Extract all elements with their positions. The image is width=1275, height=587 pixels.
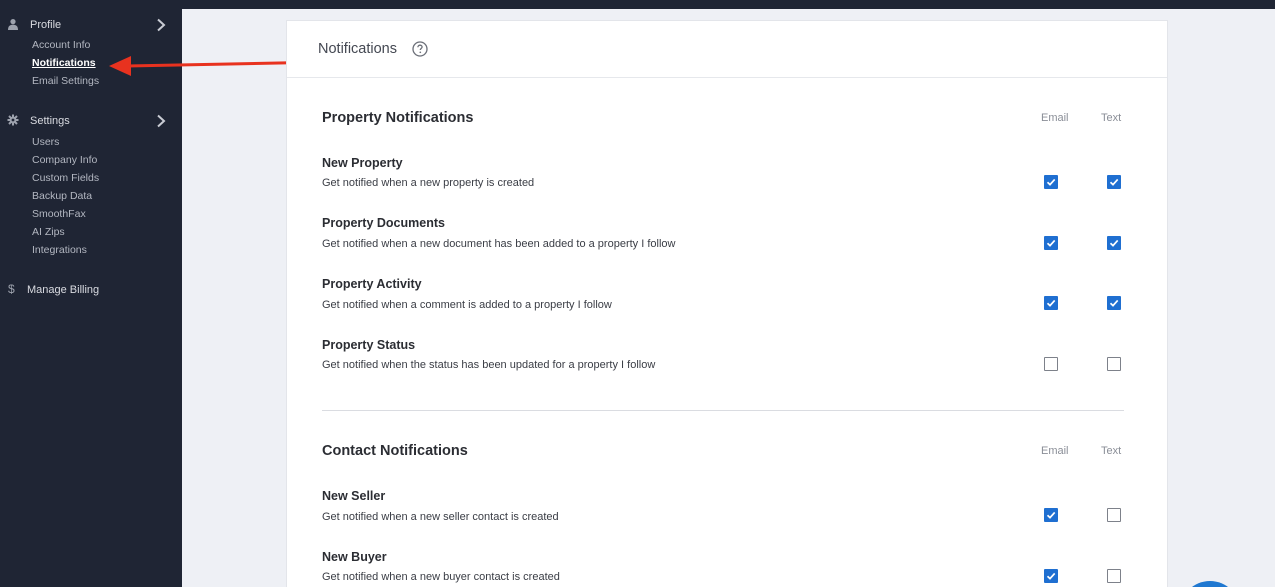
- email-checkbox[interactable]: [1044, 357, 1058, 371]
- text-checkbox[interactable]: [1107, 508, 1121, 522]
- notification-description: Get notified when a comment is added to …: [322, 299, 612, 311]
- notification-title: New Buyer: [322, 550, 387, 564]
- notification-title: Property Activity: [322, 277, 422, 291]
- sidebar-group-label: Profile: [30, 19, 62, 31]
- column-header-text: Text: [1101, 445, 1122, 457]
- sidebar-group-settings[interactable]: Settings: [0, 111, 182, 131]
- column-header-email: Email: [1041, 112, 1069, 124]
- checkmark-icon: [1046, 178, 1056, 186]
- sidebar-item-company-info[interactable]: Company Info: [32, 154, 97, 166]
- notification-description: Get notified when a new buyer contact is…: [322, 571, 560, 583]
- column-header-email: Email: [1041, 445, 1069, 457]
- text-checkbox[interactable]: [1107, 569, 1121, 583]
- checkmark-icon: [1109, 178, 1119, 186]
- sidebar-item-manage-billing[interactable]: $ Manage Billing: [0, 280, 182, 300]
- chat-launcher-button[interactable]: [1180, 581, 1240, 587]
- checkmark-icon: [1046, 299, 1056, 307]
- email-checkbox[interactable]: [1044, 296, 1058, 310]
- user-icon: [8, 19, 18, 30]
- checkmark-icon: [1109, 299, 1119, 307]
- checkmark-icon: [1109, 239, 1119, 247]
- sidebar-item-email-settings[interactable]: Email Settings: [32, 75, 99, 87]
- sidebar-item-integrations[interactable]: Integrations: [32, 244, 87, 256]
- section-divider: [322, 410, 1124, 411]
- chevron-right-icon: [157, 18, 166, 32]
- sidebar-item-account-info[interactable]: Account Info: [32, 39, 90, 51]
- dollar-icon: $: [8, 282, 15, 296]
- email-checkbox[interactable]: [1044, 236, 1058, 250]
- sidebar-item-custom-fields[interactable]: Custom Fields: [32, 172, 99, 184]
- email-checkbox[interactable]: [1044, 175, 1058, 189]
- checkmark-icon: [1046, 239, 1056, 247]
- text-checkbox[interactable]: [1107, 296, 1121, 310]
- sidebar-item-ai-zips[interactable]: AI Zips: [32, 226, 65, 238]
- notification-description: Get notified when a new document has bee…: [322, 238, 676, 250]
- sidebar-item-backup-data[interactable]: Backup Data: [32, 190, 92, 202]
- gear-icon: [7, 114, 19, 126]
- text-checkbox[interactable]: [1107, 357, 1121, 371]
- checkmark-icon: [1046, 572, 1056, 580]
- chevron-right-icon: [157, 114, 166, 128]
- notification-description: Get notified when a new seller contact i…: [322, 511, 559, 523]
- notification-title: Property Documents: [322, 216, 445, 230]
- column-header-text: Text: [1101, 112, 1122, 124]
- section-title-contact: Contact Notifications: [322, 443, 468, 459]
- sidebar: Profile Account Info Notifications Email…: [0, 0, 182, 587]
- text-checkbox[interactable]: [1107, 175, 1121, 189]
- notifications-panel: Notifications Property Notifications Ema…: [286, 20, 1168, 587]
- page-title: Notifications: [318, 41, 397, 57]
- email-checkbox[interactable]: [1044, 508, 1058, 522]
- notification-title: Property Status: [322, 338, 416, 352]
- panel-header: Notifications: [287, 21, 1167, 78]
- sidebar-group-label: Settings: [30, 115, 70, 127]
- sidebar-item-notifications[interactable]: Notifications: [32, 57, 96, 69]
- sidebar-group-profile[interactable]: Profile: [0, 15, 182, 35]
- sidebar-item-label: Manage Billing: [27, 284, 100, 296]
- notification-title: New Seller: [322, 489, 386, 503]
- checkmark-icon: [1046, 511, 1056, 519]
- text-checkbox[interactable]: [1107, 236, 1121, 250]
- sidebar-item-smoothfax[interactable]: SmoothFax: [32, 208, 86, 220]
- notification-description: Get notified when the status has been up…: [322, 359, 656, 371]
- top-bar: [182, 0, 1275, 9]
- help-icon[interactable]: [412, 41, 428, 57]
- email-checkbox[interactable]: [1044, 569, 1058, 583]
- sidebar-item-users[interactable]: Users: [32, 136, 59, 148]
- section-title-property: Property Notifications: [322, 110, 474, 126]
- notification-description: Get notified when a new property is crea…: [322, 177, 535, 189]
- notification-title: New Property: [322, 156, 403, 170]
